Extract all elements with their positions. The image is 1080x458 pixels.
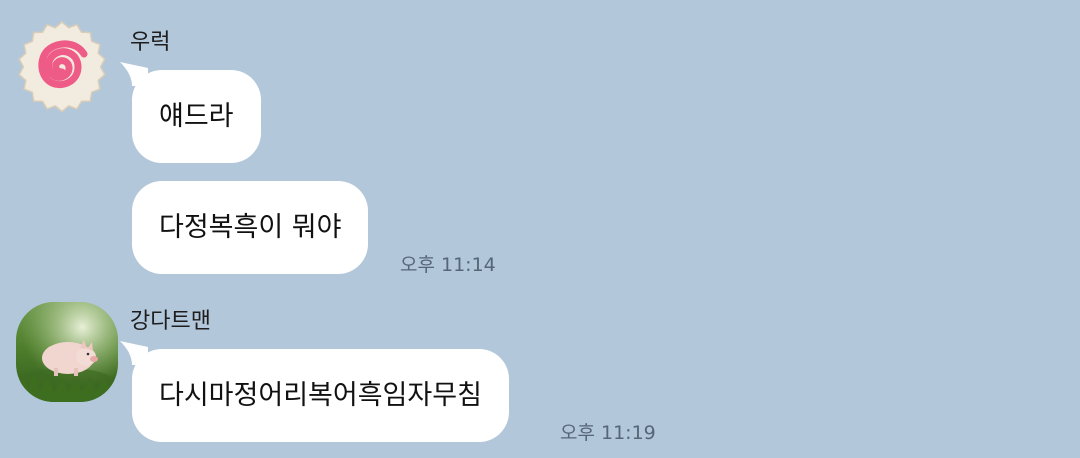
message-timestamp: 오후 11:14 <box>400 254 496 276</box>
avatar[interactable] <box>10 14 114 118</box>
message-bubble[interactable]: 다시마정어리복어흑임자무침 <box>132 349 509 442</box>
message-bubble[interactable]: 다정복흑이 뭐야 <box>132 181 369 274</box>
message-bubble[interactable]: 얘드라 <box>132 70 261 163</box>
message-text: 얘드라 <box>159 101 234 132</box>
avatar[interactable] <box>16 302 118 402</box>
message-text: 다시마정어리복어흑임자무침 <box>159 380 482 411</box>
message-timestamp: 오후 11:19 <box>560 422 656 444</box>
sender-name: 우럭 <box>130 30 171 55</box>
narutomaki-icon <box>18 21 106 113</box>
message-text: 다정복흑이 뭐야 <box>159 212 342 243</box>
chat-room: 우럭 얘드라 다정복흑이 뭐야 오후 11:14 강다트맨 다시마정어리복어흑임… <box>0 0 1080 458</box>
sender-name: 강다트맨 <box>130 309 211 334</box>
piglet-photo <box>16 302 118 402</box>
